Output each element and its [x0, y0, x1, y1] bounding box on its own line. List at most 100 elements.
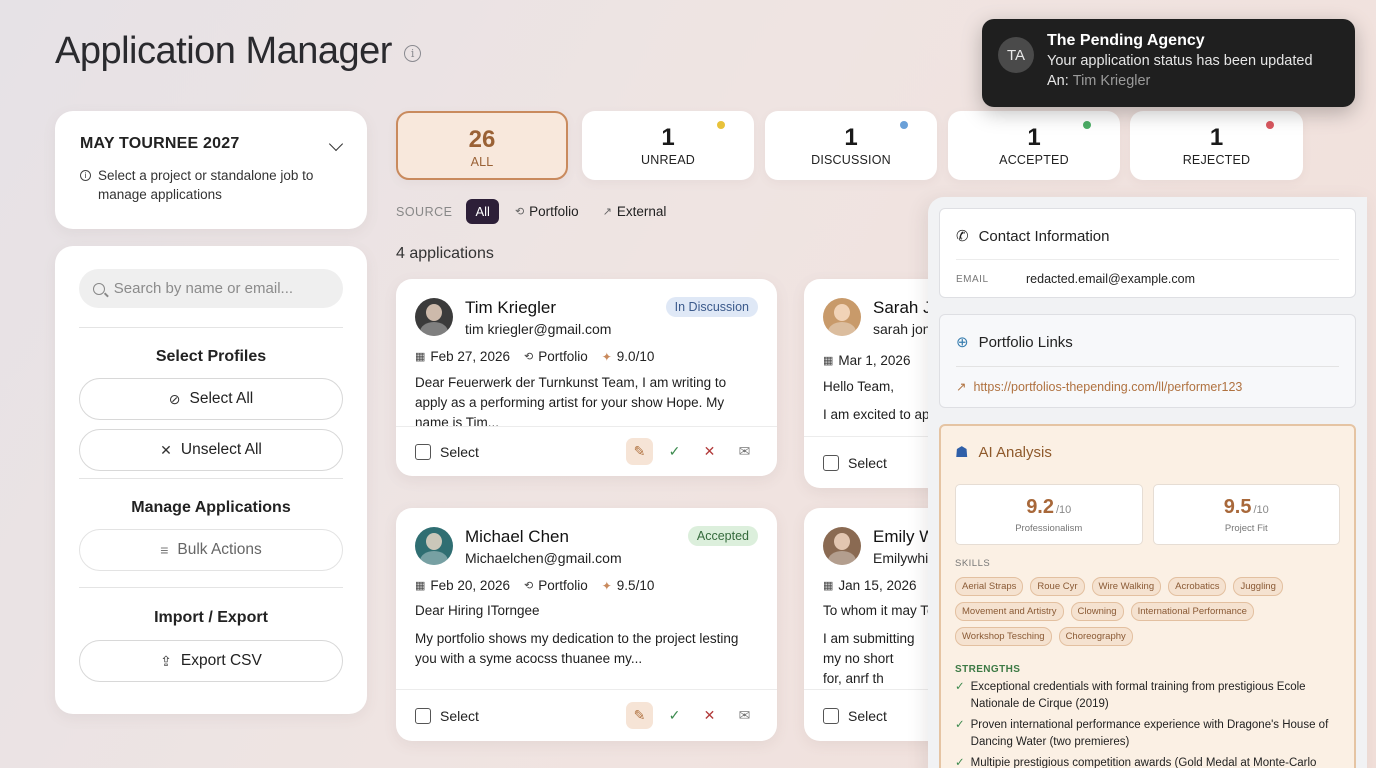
application-date: Jan 15, 2026	[838, 578, 917, 593]
close-icon: ✕	[160, 441, 172, 458]
applicant-name[interactable]: Tim Kriegler	[465, 298, 611, 318]
email-value[interactable]: redacted.email@example.com	[1026, 272, 1195, 286]
score-denominator: /10	[1056, 504, 1072, 516]
card-actions: ✎ ✓ ✕ ✉	[626, 702, 758, 729]
strength-text: Exceptional credentials with formal trai…	[970, 681, 1306, 710]
contact-header: ✆ Contact Information	[956, 227, 1339, 246]
score-value: 9.2	[1026, 496, 1054, 518]
calendar-icon: ▦	[823, 355, 834, 367]
unselect-all-button[interactable]: ✕ Unselect All	[79, 429, 343, 471]
sparkle-icon: ✦	[601, 578, 612, 593]
toast-an-value: Tim Kriegler	[1072, 73, 1151, 89]
select-all-button[interactable]: ⊘ Select All	[79, 378, 343, 420]
date-meta: ▦ Feb 27, 2026	[415, 349, 510, 364]
skill-tag: Wire Walking	[1091, 577, 1162, 596]
skill-tag: International Performance	[1130, 602, 1254, 621]
links-title: Portfolio Links	[978, 333, 1073, 351]
edit-icon[interactable]: ✎	[626, 702, 653, 729]
bulk-actions-button[interactable]: ≡ Bulk Actions	[79, 529, 343, 571]
score-caption: Professionalism	[1015, 523, 1083, 534]
stat-label: UNREAD	[641, 153, 695, 167]
portfolio-icon: ⟲	[523, 580, 534, 592]
select-profiles-heading: Select Profiles	[155, 348, 267, 365]
source-external-option[interactable]: ↗ External	[595, 204, 675, 219]
info-icon[interactable]: i	[403, 45, 421, 62]
ai-icon: ☗	[955, 444, 969, 461]
application-card[interactable]: Michael Chen Michaelchen@gmail.com Accep…	[396, 508, 777, 741]
stat-discussion[interactable]: 1 DISCUSSION	[765, 111, 937, 180]
stat-unread[interactable]: 1 UNREAD	[582, 111, 754, 180]
export-csv-button[interactable]: ⇪ Export CSV	[79, 640, 343, 682]
applicant-name[interactable]: Michael Chen	[465, 527, 622, 547]
accept-check-icon[interactable]: ✓	[661, 702, 688, 729]
application-source: Portfolio	[538, 349, 588, 364]
score-meta: ✦ 9.0/10	[602, 349, 655, 364]
avatar: TA	[998, 37, 1034, 73]
source-meta: ⟲ Portfolio	[524, 578, 588, 593]
stat-accepted[interactable]: 1 ACCEPTED	[948, 111, 1120, 180]
application-date: Feb 20, 2026	[430, 578, 510, 593]
skill-tag: Roue Cyr	[1030, 577, 1085, 596]
sparkle-icon: ✦	[601, 349, 612, 364]
page-title-row: Application Manager i	[55, 30, 421, 73]
links-header: ⊕ Portfolio Links	[956, 333, 1339, 352]
source-portfolio-option[interactable]: ⟲ Portfolio	[507, 204, 587, 219]
applicant-email: tim kriegler@gmail.com	[465, 321, 612, 337]
card-meta: ▦ Feb 27, 2026 ⟲ Portfolio ✦ 9.0/10	[396, 349, 777, 364]
select-checkbox[interactable]	[415, 707, 431, 724]
select-label: Select	[440, 707, 479, 724]
project-selector[interactable]: MAY TOURNEE 2027 i Select a project or s…	[55, 111, 367, 229]
application-date: Mar 1, 2026	[838, 353, 911, 368]
accept-check-icon[interactable]: ✓	[661, 438, 688, 465]
edit-icon[interactable]: ✎	[626, 438, 653, 465]
source-external-label: External	[616, 204, 667, 219]
source-label: SOURCE	[396, 204, 453, 219]
score-meta: ✦ 9.5/10	[602, 578, 655, 593]
select-checkbox[interactable]	[823, 707, 839, 724]
skill-tag: Acrobatics	[1168, 577, 1227, 596]
card-header: Tim Kriegler tim kriegler@gmail.com In D…	[396, 279, 777, 337]
select-checkbox[interactable]	[415, 443, 431, 460]
stat-rejected[interactable]: 1 REJECTED	[1130, 111, 1303, 180]
score-cards: 9.2/10 Professionalism 9.5/10 Project Fi…	[955, 484, 1340, 545]
search-icon	[93, 282, 105, 295]
application-card[interactable]: Tim Kriegler tim kriegler@gmail.com In D…	[396, 279, 777, 476]
toast-an-label: An:	[1047, 73, 1069, 89]
notification-toast[interactable]: TA The Pending Agency Your application s…	[982, 19, 1355, 107]
import-export-heading: Import / Export	[154, 609, 268, 626]
toast-body: The Pending Agency Your application stat…	[1047, 32, 1313, 94]
calendar-icon: ▦	[415, 580, 426, 592]
search-box[interactable]	[79, 269, 343, 308]
source-all-chip[interactable]: All	[466, 199, 499, 224]
portfolio-link-url: https://portfolios-thepending.com/ll/per…	[973, 379, 1243, 394]
application-excerpt: Dear Feuerwerk der Turnkunst Team, I am …	[415, 375, 727, 430]
card-actions: ✎ ✓ ✕ ✉	[626, 438, 758, 465]
external-link-icon: ↗	[602, 206, 612, 218]
upload-icon: ⇪	[160, 652, 172, 669]
source-portfolio-label: Portfolio	[529, 204, 579, 219]
select-checkbox[interactable]	[823, 454, 839, 471]
check-icon: ✓	[955, 757, 965, 768]
portfolio-link[interactable]: ↗ https://portfolios-thepending.com/ll/p…	[956, 366, 1339, 394]
divider	[79, 587, 343, 588]
search-input[interactable]	[113, 280, 329, 297]
divider	[79, 327, 343, 328]
ai-title: AI Analysis	[978, 443, 1052, 461]
skill-tag: Aerial Straps	[955, 577, 1024, 596]
project-hint: i Select a project or standalone job to …	[80, 166, 342, 204]
stat-all[interactable]: 26 ALL	[396, 111, 568, 180]
mail-icon[interactable]: ✉	[731, 702, 758, 729]
date-meta: ▦ Mar 1, 2026	[823, 353, 910, 368]
applicant-name[interactable]: Emily W	[873, 527, 935, 547]
reject-x-icon[interactable]: ✕	[696, 438, 723, 465]
status-dot	[1266, 121, 1274, 129]
select-label: Select	[440, 443, 479, 460]
check-icon: ✓	[955, 719, 965, 731]
manage-applications-heading: Manage Applications	[131, 499, 291, 516]
stat-count: 26	[468, 126, 496, 153]
stat-count: 1	[661, 124, 675, 151]
reject-x-icon[interactable]: ✕	[696, 702, 723, 729]
score-professionalism: 9.2/10 Professionalism	[955, 484, 1143, 545]
mail-icon[interactable]: ✉	[731, 438, 758, 465]
stat-label: ALL	[470, 155, 494, 169]
